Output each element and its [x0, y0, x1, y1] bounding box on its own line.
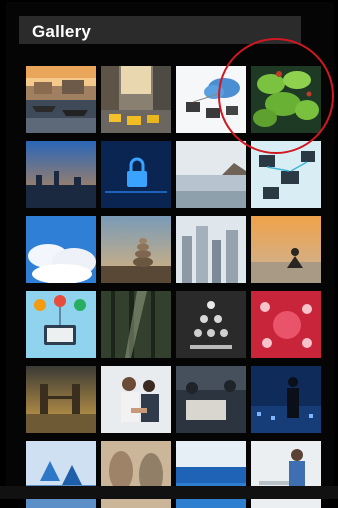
gallery-title: Gallery: [32, 22, 92, 41]
businessman-night-city-photo[interactable]: [251, 366, 321, 433]
business-meeting-photo[interactable]: [176, 366, 246, 433]
skyscrapers-photo[interactable]: [176, 216, 246, 283]
meditation-sunset-photo[interactable]: [251, 216, 321, 283]
tower-bridge-photo[interactable]: [26, 366, 96, 433]
cloud-network-photo[interactable]: [176, 66, 246, 133]
business-handshake-photo[interactable]: [101, 366, 171, 433]
green-plant-photo[interactable]: [251, 66, 321, 133]
people-network-illustration[interactable]: [26, 291, 96, 358]
computer-network-photo[interactable]: [251, 141, 321, 208]
human-pyramid-photo[interactable]: [176, 291, 246, 358]
bottom-bar: [0, 486, 338, 499]
forest-sunbeams-photo[interactable]: [101, 291, 171, 358]
city-street-taxis-photo[interactable]: [101, 66, 171, 133]
misty-sea-photo[interactable]: [176, 141, 246, 208]
harbor-boats-photo[interactable]: [26, 66, 96, 133]
blue-sky-clouds-photo[interactable]: [26, 216, 96, 283]
stacked-stones-photo[interactable]: [101, 216, 171, 283]
gallery-header: Gallery: [19, 16, 301, 44]
red-network-photo[interactable]: [251, 291, 321, 358]
city-skyline-dusk-photo[interactable]: [26, 141, 96, 208]
digital-lock-photo[interactable]: [101, 141, 171, 208]
image-grid: [26, 66, 321, 508]
